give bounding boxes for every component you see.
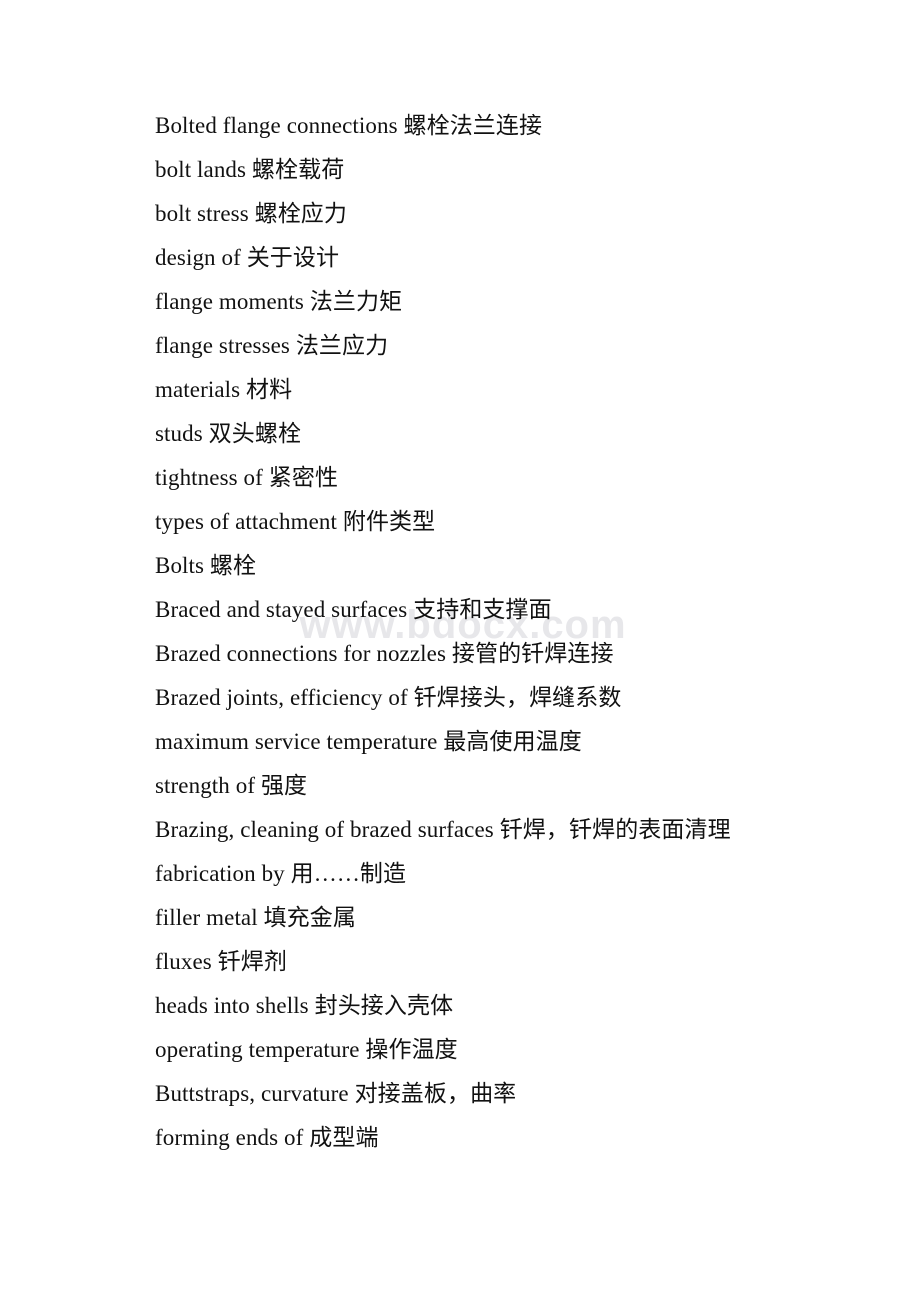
glossary-entry: forming ends of 成型端 — [155, 1125, 379, 1150]
glossary-entry: maximum service temperature 最高使用温度 — [155, 729, 582, 754]
glossary-entry: fabrication by 用……制造 — [155, 861, 407, 886]
glossary-entry: tightness of 紧密性 — [155, 465, 339, 490]
glossary-entry: flange stresses 法兰应力 — [155, 333, 389, 358]
glossary-entry: Brazed joints, efficiency of 钎焊接头，焊缝系数 — [155, 685, 622, 710]
glossary-entry: Bolts 螺栓 — [155, 553, 257, 578]
glossary-entry: Braced and stayed surfaces 支持和支撑面 — [155, 597, 552, 622]
glossary-entry: studs 双头螺栓 — [155, 421, 302, 446]
glossary-entry: Bolted flange connections 螺栓法兰连接 — [155, 113, 543, 138]
document-page: www.bdocx.com Bolted flange connections … — [0, 0, 920, 1302]
glossary-entry: filler metal 填充金属 — [155, 905, 356, 930]
glossary-entry: fluxes 钎焊剂 — [155, 949, 287, 974]
glossary-entry: Brazing, cleaning of brazed surfaces 钎焊，… — [155, 817, 731, 842]
glossary-entry: operating temperature 操作温度 — [155, 1037, 458, 1062]
glossary-entry: Brazed connections for nozzles 接管的钎焊连接 — [155, 641, 614, 666]
glossary-entry: strength of 强度 — [155, 773, 308, 798]
glossary-entry: bolt lands 螺栓载荷 — [155, 157, 345, 182]
glossary-entry: types of attachment 附件类型 — [155, 509, 436, 534]
glossary-entry: design of 关于设计 — [155, 245, 340, 270]
glossary-entry: flange moments 法兰力矩 — [155, 289, 403, 314]
glossary-entry: bolt stress 螺栓应力 — [155, 201, 347, 226]
glossary-entry-list: Bolted flange connections 螺栓法兰连接 bolt la… — [155, 104, 855, 1160]
glossary-entry: heads into shells 封头接入壳体 — [155, 993, 454, 1018]
glossary-entry: materials 材料 — [155, 377, 293, 402]
glossary-entry: Buttstraps, curvature 对接盖板，曲率 — [155, 1081, 517, 1106]
